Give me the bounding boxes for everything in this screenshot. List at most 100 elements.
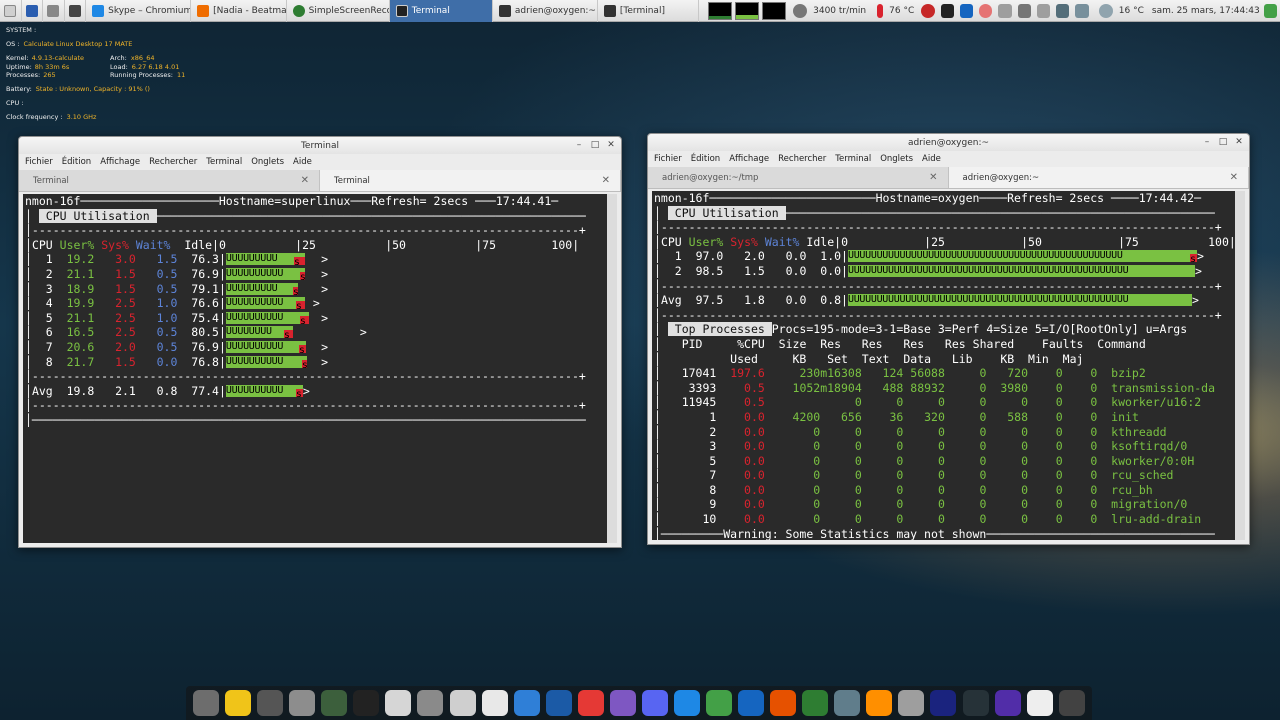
task-music[interactable]: [Nadia - Beatman (... bbox=[191, 0, 287, 22]
menu-fichier[interactable]: Fichier bbox=[25, 157, 53, 167]
impress-icon[interactable] bbox=[770, 690, 797, 716]
terminal-output[interactable]: nmon-16f────────────────────────Hostname… bbox=[652, 191, 1245, 540]
clock-icon[interactable] bbox=[225, 690, 252, 716]
writer-icon[interactable] bbox=[738, 690, 765, 716]
file-manager-icon[interactable] bbox=[481, 690, 508, 716]
cpu-usage-bar: UUUUUUUUUU s bbox=[225, 355, 307, 368]
close-tab-icon[interactable]: ✕ bbox=[602, 175, 610, 186]
terminal-output[interactable]: nmon-16f────────────────────Hostname=sup… bbox=[23, 194, 617, 543]
menu-rechercher[interactable]: Rechercher bbox=[149, 157, 197, 167]
screenshot-icon[interactable] bbox=[417, 690, 444, 716]
close-icon[interactable]: ✕ bbox=[1233, 136, 1245, 148]
battery-icon[interactable] bbox=[1075, 3, 1089, 18]
menu-terminal[interactable]: Terminal bbox=[835, 154, 871, 164]
menu-icon[interactable] bbox=[0, 0, 22, 22]
terminal-window-right[interactable]: adrien@oxygen:~ – □ ✕ Fichier Édition Af… bbox=[647, 133, 1250, 545]
notification-icon[interactable] bbox=[979, 3, 993, 18]
term-text: │ bbox=[25, 383, 32, 398]
menu-edition[interactable]: Édition bbox=[691, 154, 720, 164]
term-text bbox=[1028, 439, 1035, 453]
bluetooth-icon[interactable] bbox=[959, 3, 974, 18]
user-usage-segment: UUUUUUUUUU bbox=[225, 267, 284, 279]
tab-oxygen-home[interactable]: adrien@oxygen:~ ✕ bbox=[948, 167, 1249, 188]
user-icon[interactable] bbox=[1263, 3, 1277, 18]
vivaldi-icon[interactable] bbox=[577, 690, 604, 716]
menu-terminal[interactable]: Terminal bbox=[206, 157, 242, 167]
menu-fichier[interactable]: Fichier bbox=[654, 154, 682, 164]
system-monitor-icon[interactable] bbox=[321, 690, 348, 716]
discord-icon[interactable] bbox=[641, 690, 668, 716]
proc-text: 0 bbox=[875, 395, 904, 410]
thunderbird-icon[interactable] bbox=[545, 690, 572, 716]
tab-oxygen-tmp[interactable]: adrien@oxygen:~/tmp ✕ bbox=[648, 167, 949, 188]
terminal-icon[interactable] bbox=[353, 690, 380, 716]
menu-rechercher[interactable]: Rechercher bbox=[778, 154, 826, 164]
desktop-icon[interactable] bbox=[22, 0, 44, 22]
kodi-icon[interactable] bbox=[930, 690, 957, 716]
cpu-row: │ 8 21.7 1.5 0.0 76.8|UUUUUUUUUU s > bbox=[25, 355, 605, 370]
weather[interactable]: 16 °C bbox=[1092, 3, 1148, 18]
col-res-lib: Res bbox=[944, 336, 966, 351]
calculator-icon[interactable] bbox=[257, 690, 284, 716]
scrollbar[interactable] bbox=[607, 194, 617, 543]
cpu-id: 2 bbox=[660, 263, 682, 278]
window-titlebar[interactable]: Terminal – □ ✕ bbox=[19, 137, 621, 154]
keyboard-icon[interactable] bbox=[1036, 3, 1051, 18]
menu-aide[interactable]: Aide bbox=[293, 157, 312, 167]
app-tray-icon[interactable] bbox=[940, 3, 954, 18]
task-recorder[interactable]: SimpleScreenRecor... bbox=[287, 0, 390, 22]
menu-affichage[interactable]: Affichage bbox=[100, 157, 140, 167]
tab-terminal-2[interactable]: Terminal ✕ bbox=[320, 170, 621, 191]
scale-100: 100 bbox=[1208, 234, 1229, 249]
wifi-icon[interactable] bbox=[1026, 690, 1053, 716]
calc-icon[interactable] bbox=[706, 690, 733, 716]
chromium-icon[interactable] bbox=[513, 690, 540, 716]
window-titlebar[interactable]: adrien@oxygen:~ – □ ✕ bbox=[648, 134, 1249, 151]
menu-aide[interactable]: Aide bbox=[922, 154, 941, 164]
task-terminal-2[interactable]: [Terminal] bbox=[598, 0, 700, 22]
network-icon[interactable] bbox=[289, 690, 316, 716]
term-text bbox=[1028, 410, 1035, 424]
audacious-icon[interactable] bbox=[866, 690, 893, 716]
term-text bbox=[862, 410, 876, 424]
minimize-icon[interactable]: – bbox=[1201, 136, 1213, 148]
minimize-icon[interactable]: – bbox=[573, 139, 585, 151]
emoji-icon[interactable] bbox=[802, 690, 829, 716]
hexchat-icon[interactable] bbox=[609, 690, 636, 716]
monitor-icon[interactable] bbox=[65, 0, 87, 22]
top-processes-title: Top Processes bbox=[667, 322, 772, 337]
terminal-window-left[interactable]: Terminal – □ ✕ Fichier Édition Affichage… bbox=[18, 136, 622, 548]
text-editor-icon[interactable] bbox=[385, 690, 412, 716]
clock[interactable]: sam. 25 mars, 17:44:43 bbox=[1148, 6, 1264, 16]
virtualbox-icon[interactable] bbox=[994, 690, 1021, 716]
menu-onglets[interactable]: Onglets bbox=[880, 154, 913, 164]
close-tab-icon[interactable]: ✕ bbox=[929, 172, 937, 183]
menu-onglets[interactable]: Onglets bbox=[251, 157, 284, 167]
record-icon[interactable] bbox=[921, 3, 935, 18]
steam-icon[interactable] bbox=[962, 690, 989, 716]
volume-icon[interactable] bbox=[1017, 3, 1031, 18]
close-tab-icon[interactable]: ✕ bbox=[301, 175, 309, 186]
maximize-icon[interactable]: □ bbox=[589, 139, 601, 151]
task-terminal[interactable]: Terminal bbox=[389, 0, 493, 22]
accessibility-icon[interactable] bbox=[998, 3, 1012, 18]
close-tab-icon[interactable]: ✕ bbox=[1230, 172, 1238, 183]
menu-affichage[interactable]: Affichage bbox=[729, 154, 769, 164]
network-icon[interactable] bbox=[1056, 3, 1070, 18]
scrollbar[interactable] bbox=[1235, 191, 1245, 540]
system-monitors[interactable] bbox=[705, 1, 787, 20]
tab-terminal-1[interactable]: Terminal ✕ bbox=[19, 170, 320, 191]
disks-icon[interactable] bbox=[449, 690, 476, 716]
menu-edition[interactable]: Édition bbox=[62, 157, 91, 167]
task-skype[interactable]: Skype – Chromium bbox=[86, 0, 192, 22]
task-oxygen[interactable]: adrien@oxygen:~ bbox=[493, 0, 598, 22]
maximize-icon[interactable]: □ bbox=[1217, 136, 1229, 148]
transmission-icon[interactable] bbox=[834, 690, 861, 716]
software-center-icon[interactable] bbox=[898, 690, 925, 716]
proc-res-set: 0 bbox=[834, 497, 862, 512]
synaptic-icon[interactable] bbox=[193, 690, 220, 716]
mate-monitor-icon[interactable] bbox=[673, 690, 700, 716]
trash-icon[interactable] bbox=[1058, 690, 1085, 716]
close-icon[interactable]: ✕ bbox=[605, 139, 617, 151]
grid-icon[interactable] bbox=[43, 0, 65, 22]
